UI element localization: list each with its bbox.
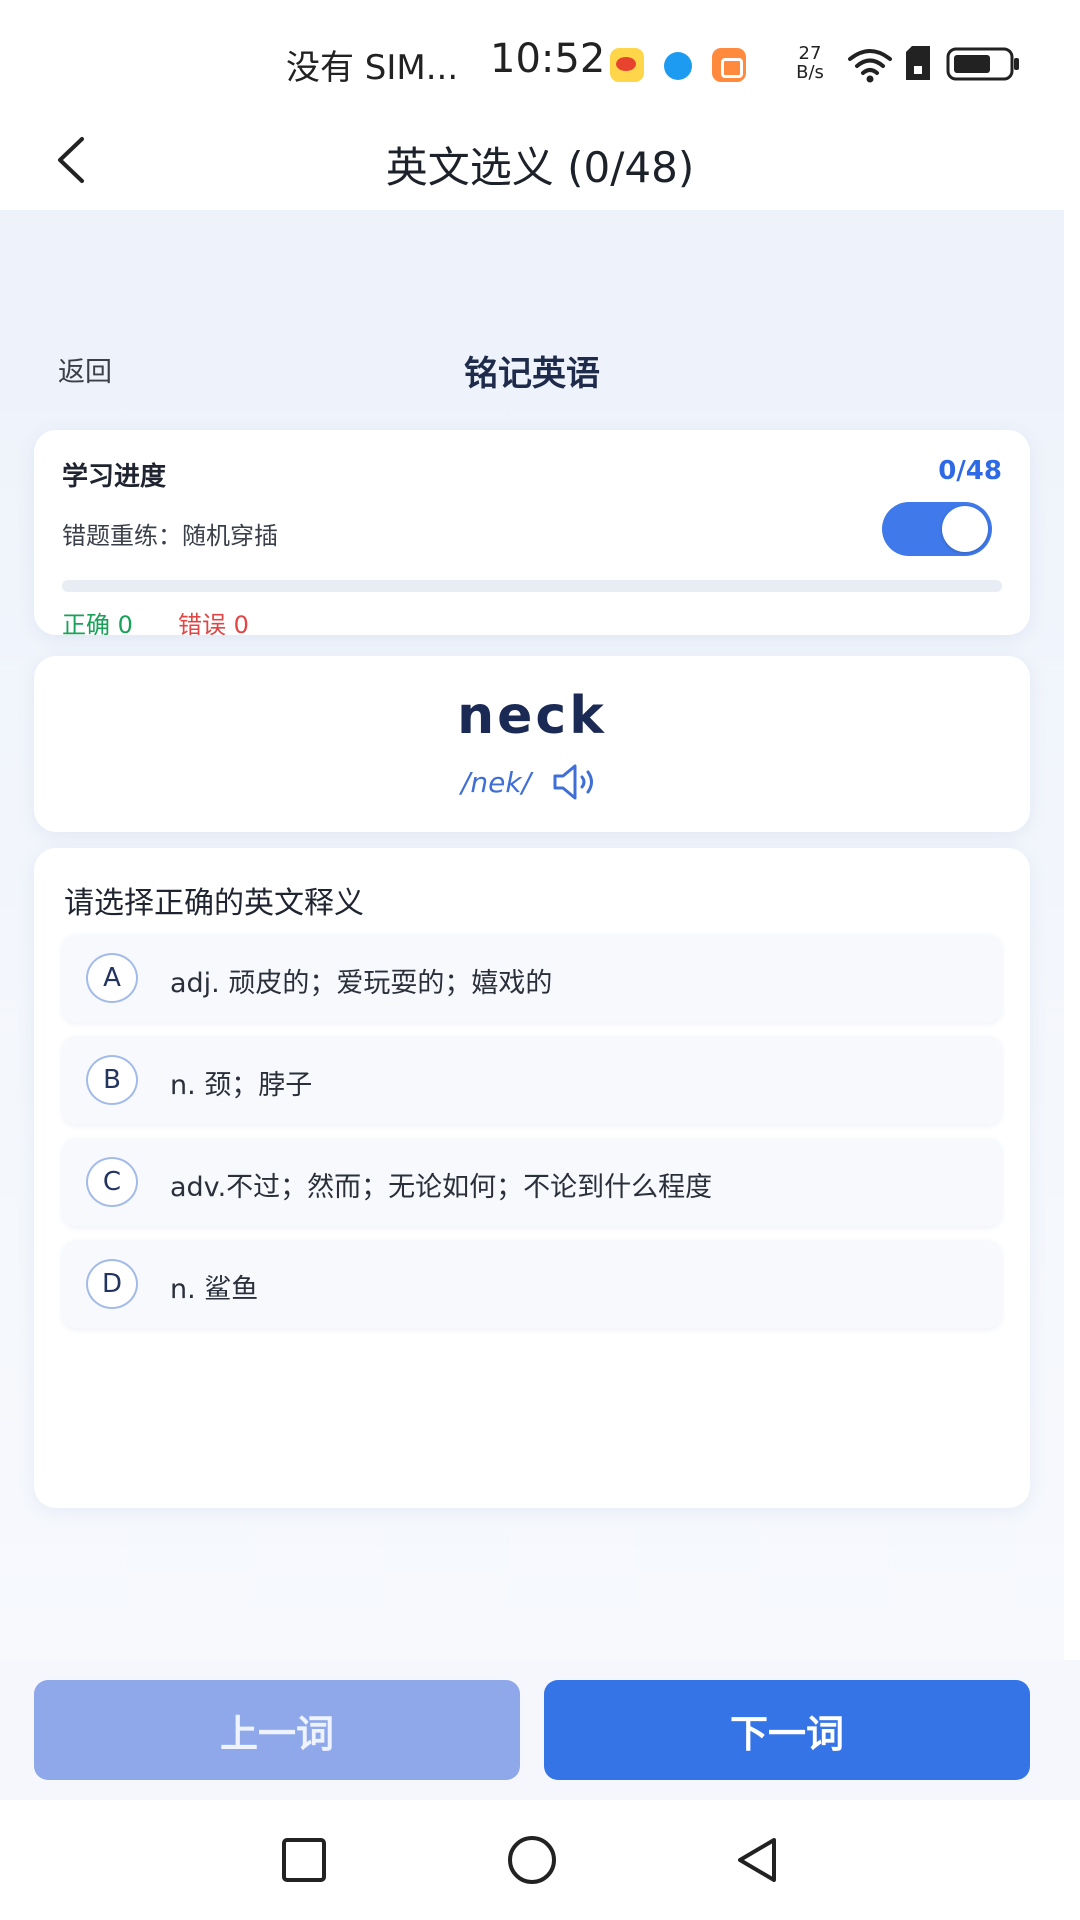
carrier-text: 没有 SIM... — [286, 48, 459, 88]
home-circle-icon[interactable] — [502, 1830, 562, 1890]
main-content: 返回 铭记英语 学习进度 0/48 错题重练：随机穿插 正确 0 错误 0 ne… — [0, 210, 1064, 1660]
scrollbar-track — [1064, 210, 1080, 1660]
bottom-button-bar: 上一词 下一词 — [0, 1660, 1080, 1800]
system-nav-bar — [0, 1800, 1080, 1920]
option-text: adj. 顽皮的；爱玩耍的；嬉戏的 — [170, 968, 553, 999]
option-c[interactable]: C adv.不过；然而；无论如何；不论到什么程度 — [62, 1138, 1002, 1226]
question-prompt: 请选择正确的英文释义 — [64, 886, 364, 921]
weibo-icon — [610, 48, 644, 82]
option-letter: B — [86, 1055, 138, 1105]
option-text: adv.不过；然而；无论如何；不论到什么程度 — [170, 1172, 713, 1203]
next-word-button[interactable]: 下一词 — [544, 1680, 1030, 1780]
option-letter: D — [86, 1259, 138, 1309]
word-text: neck — [457, 686, 607, 746]
previous-word-button[interactable]: 上一词 — [34, 1680, 520, 1780]
phonetic-text: /nek/ — [460, 765, 532, 799]
option-b[interactable]: B n. 颈；脖子 — [62, 1036, 1002, 1124]
option-a[interactable]: A adj. 顽皮的；爱玩耍的；嬉戏的 — [62, 934, 1002, 1022]
browser-icon — [664, 52, 692, 80]
option-text: n. 鲨鱼 — [170, 1274, 259, 1305]
wrong-count: 错误 0 — [178, 611, 249, 639]
recents-square-icon[interactable] — [274, 1830, 334, 1890]
retrain-mode-label: 错题重练：随机穿插 — [62, 522, 278, 550]
back-triangle-icon[interactable] — [728, 1830, 788, 1890]
word-card: neck /nek/ — [34, 656, 1030, 832]
retrain-toggle[interactable] — [882, 502, 992, 556]
title-bar: 英文选义 (0/48) — [0, 108, 1080, 210]
sd-card-icon — [906, 46, 930, 80]
speaker-icon[interactable] — [551, 762, 603, 802]
progress-bar — [62, 580, 1002, 592]
battery-icon — [946, 47, 1019, 81]
orange-app-icon — [712, 48, 746, 82]
option-letter: A — [86, 953, 138, 1003]
net-speed-value: 27 — [798, 43, 822, 64]
page-title: 英文选义 (0/48) — [385, 143, 695, 192]
progress-card: 学习进度 0/48 错题重练：随机穿插 正确 0 错误 0 — [34, 430, 1030, 639]
option-text: n. 颈；脖子 — [170, 1070, 313, 1101]
app-name: 铭记英语 — [464, 354, 600, 394]
option-d[interactable]: D n. 鲨鱼 — [62, 1240, 1002, 1328]
phonetic-row: /nek/ — [34, 762, 1030, 802]
clock-time: 10:52 — [490, 36, 606, 82]
progress-count: 0/48 — [938, 456, 1002, 486]
status-bar: 没有 SIM... 10:52 27 B/s — [0, 0, 1080, 108]
wifi-icon — [848, 49, 892, 83]
correct-count: 正确 0 — [62, 611, 133, 639]
progress-title: 学习进度 — [62, 462, 167, 492]
net-speed-unit: B/s — [796, 62, 824, 83]
toggle-knob — [942, 506, 988, 552]
question-card: 请选择正确的英文释义 A adj. 顽皮的；爱玩耍的；嬉戏的 B n. 颈；脖子… — [34, 848, 1030, 1508]
net-speed: 27 B/s — [790, 44, 830, 82]
option-letter: C — [86, 1157, 138, 1207]
